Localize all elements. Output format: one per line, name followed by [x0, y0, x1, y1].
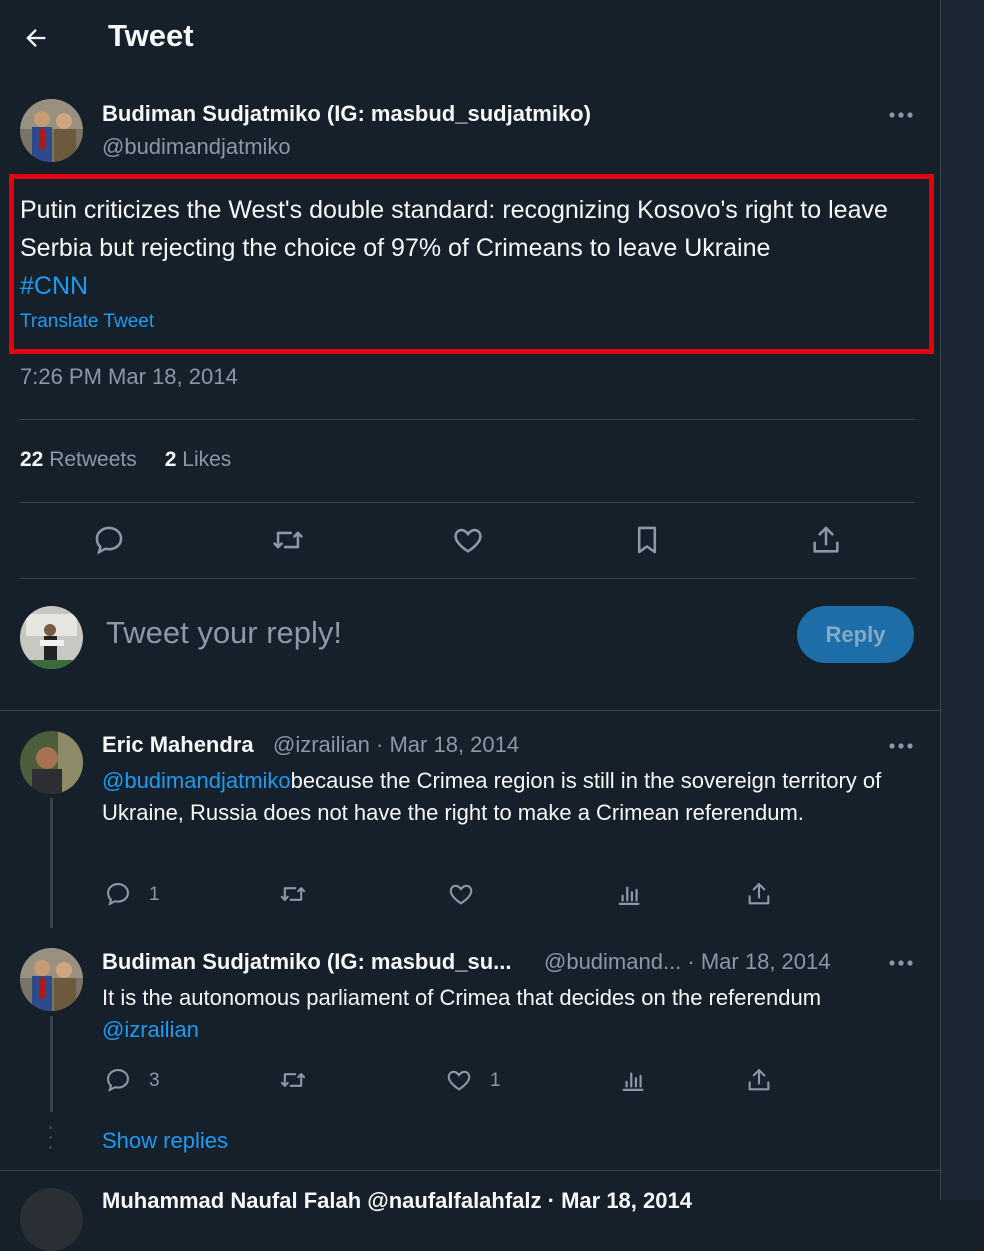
author-avatar[interactable]: [20, 99, 83, 162]
reply-text: It is the autonomous parliament of Crime…: [102, 982, 912, 1046]
reply-avatar[interactable]: [20, 1188, 83, 1251]
more-options-icon[interactable]: [888, 958, 914, 968]
retweets-count: 22: [20, 448, 44, 471]
divider: [20, 578, 915, 579]
reply-body: It is the autonomous parliament of Crime…: [102, 985, 822, 1010]
divider: [0, 1170, 940, 1171]
like-icon[interactable]: [451, 523, 485, 557]
thread-line: [50, 798, 53, 928]
likes-label: Likes: [182, 448, 232, 471]
likes-stat[interactable]: 2 Likes: [165, 448, 232, 471]
reply-icon[interactable]: [104, 880, 132, 908]
retweets-stat[interactable]: 22 Retweets: [20, 448, 137, 471]
divider: [0, 710, 940, 711]
reply-count: 3: [149, 1070, 160, 1091]
retweet-icon[interactable]: [271, 523, 305, 557]
thread-continuation-dots: [49, 1126, 53, 1156]
reply-avatar[interactable]: [20, 731, 83, 794]
analytics-icon[interactable]: [619, 1066, 647, 1094]
bookmark-icon[interactable]: [630, 523, 664, 557]
author-handle[interactable]: @budimandjatmiko: [102, 134, 291, 160]
page-title: Tweet: [108, 18, 194, 53]
retweets-label: Retweets: [49, 448, 137, 471]
divider: [20, 419, 915, 420]
more-options-icon[interactable]: [888, 741, 914, 751]
share-icon[interactable]: [745, 880, 773, 908]
reply-button[interactable]: Reply: [797, 606, 914, 663]
highlight-box: [9, 174, 934, 354]
mention-link[interactable]: @izrailian: [102, 1014, 912, 1046]
like-icon[interactable]: [445, 1066, 473, 1094]
thread-line: [50, 1016, 53, 1112]
reply-meta[interactable]: @izrailian · Mar 18, 2014: [273, 732, 519, 758]
tweet-timestamp[interactable]: 7:26 PM Mar 18, 2014: [20, 364, 238, 390]
mention-link[interactable]: @budimandjatmiko: [102, 768, 291, 793]
reply-avatar[interactable]: [20, 948, 83, 1011]
likes-count: 2: [164, 448, 177, 471]
reply-input[interactable]: Tweet your reply!: [106, 615, 342, 651]
reply-text: @budimandjatmikobecause the Crimea regio…: [102, 765, 912, 829]
analytics-icon[interactable]: [615, 880, 643, 908]
back-arrow-icon[interactable]: [22, 24, 50, 52]
reply-author-name[interactable]: Eric Mahendra: [102, 732, 254, 758]
current-user-avatar[interactable]: [20, 606, 83, 669]
reply-icon[interactable]: [92, 523, 126, 557]
like-icon[interactable]: [447, 880, 475, 908]
reply-icon[interactable]: [104, 1066, 132, 1094]
share-icon[interactable]: [809, 523, 843, 557]
reply-count: 1: [149, 884, 160, 905]
retweet-icon[interactable]: [279, 1066, 307, 1094]
share-icon[interactable]: [745, 1066, 773, 1094]
more-options-icon[interactable]: [888, 110, 914, 120]
reply-meta[interactable]: @budimand... · Mar 18, 2014: [544, 949, 830, 975]
right-sidebar-edge: [941, 0, 984, 1200]
next-reply-header[interactable]: Muhammad Naufal Falah @naufalfalahfalz ·…: [102, 1188, 692, 1214]
retweet-icon[interactable]: [279, 880, 307, 908]
reply-author-name[interactable]: Budiman Sudjatmiko (IG: masbud_su...: [102, 949, 512, 975]
like-count: 1: [490, 1070, 501, 1091]
author-name[interactable]: Budiman Sudjatmiko (IG: masbud_sudjatmik…: [102, 101, 591, 127]
show-replies-link[interactable]: Show replies: [102, 1128, 228, 1154]
tweet-stats: 22 Retweets 2 Likes: [20, 448, 231, 472]
divider: [20, 502, 915, 503]
